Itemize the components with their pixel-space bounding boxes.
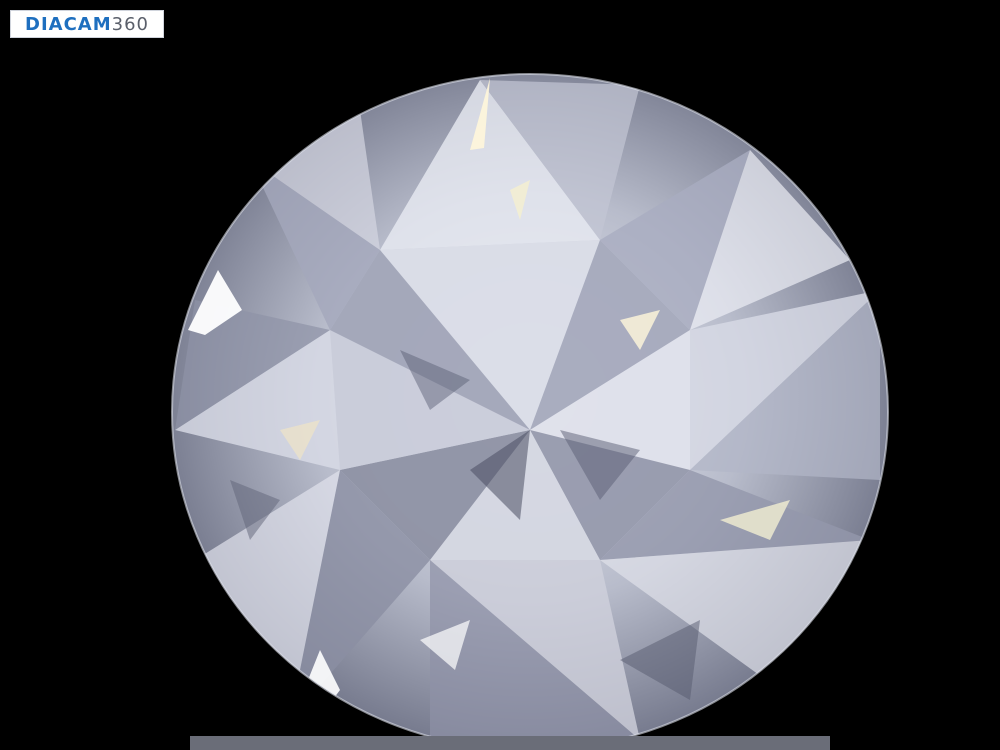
photo-stage: DIACAM360 xyxy=(0,0,1000,750)
stone-holder xyxy=(190,736,830,750)
diamond-facets xyxy=(175,78,880,740)
diacam-logo: DIACAM360 xyxy=(10,10,164,38)
logo-text: DIACAM360 xyxy=(25,13,149,35)
diamond-image xyxy=(171,73,889,750)
